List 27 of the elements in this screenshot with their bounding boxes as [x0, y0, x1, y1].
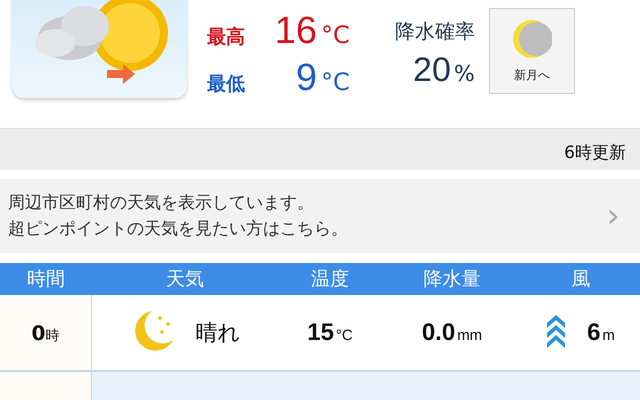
- notice-text: 周辺市区町村の天気を表示しています。: [8, 192, 315, 215]
- temp-label: 最低: [207, 72, 246, 97]
- update-time: 6時更新: [564, 142, 626, 164]
- temp-label: 最高: [207, 25, 246, 50]
- temp-value: 16: [274, 10, 317, 53]
- precip-unit: %: [454, 62, 475, 87]
- wind-speed-cell: 6m: [587, 318, 615, 346]
- notice-link[interactable]: 周辺市区町村の天気を表示しています。 超ピンポイントの天気を見たい方はこちら。 ›: [0, 179, 640, 253]
- temperature-cell: 15°C: [307, 318, 353, 346]
- time-cell: 0時: [32, 320, 60, 344]
- temp-unit: °C: [321, 21, 350, 49]
- column-header: 温度: [310, 267, 350, 292]
- column-header: 時間: [26, 267, 66, 292]
- precipitation-cell: 0.0 mm: [422, 318, 482, 346]
- chevron-icon: ›: [606, 196, 620, 236]
- moon-phase-icon: [512, 18, 552, 58]
- weather-text: 晴れ: [196, 320, 240, 348]
- precip-label: 降水確率: [394, 18, 475, 45]
- temp-value: 9: [294, 57, 317, 100]
- wind-direction-icon: [547, 314, 566, 350]
- temp-unit: °C: [321, 68, 350, 96]
- column-header: 降水量: [422, 267, 482, 292]
- column-header: 天気: [165, 267, 205, 292]
- precip-value: 20: [413, 51, 451, 89]
- notice-text: 超ピンポイントの天気を見たい方はこちら。: [8, 218, 348, 241]
- column-header: 風: [570, 267, 592, 292]
- moon-phase-button[interactable]: 新月へ: [488, 8, 575, 94]
